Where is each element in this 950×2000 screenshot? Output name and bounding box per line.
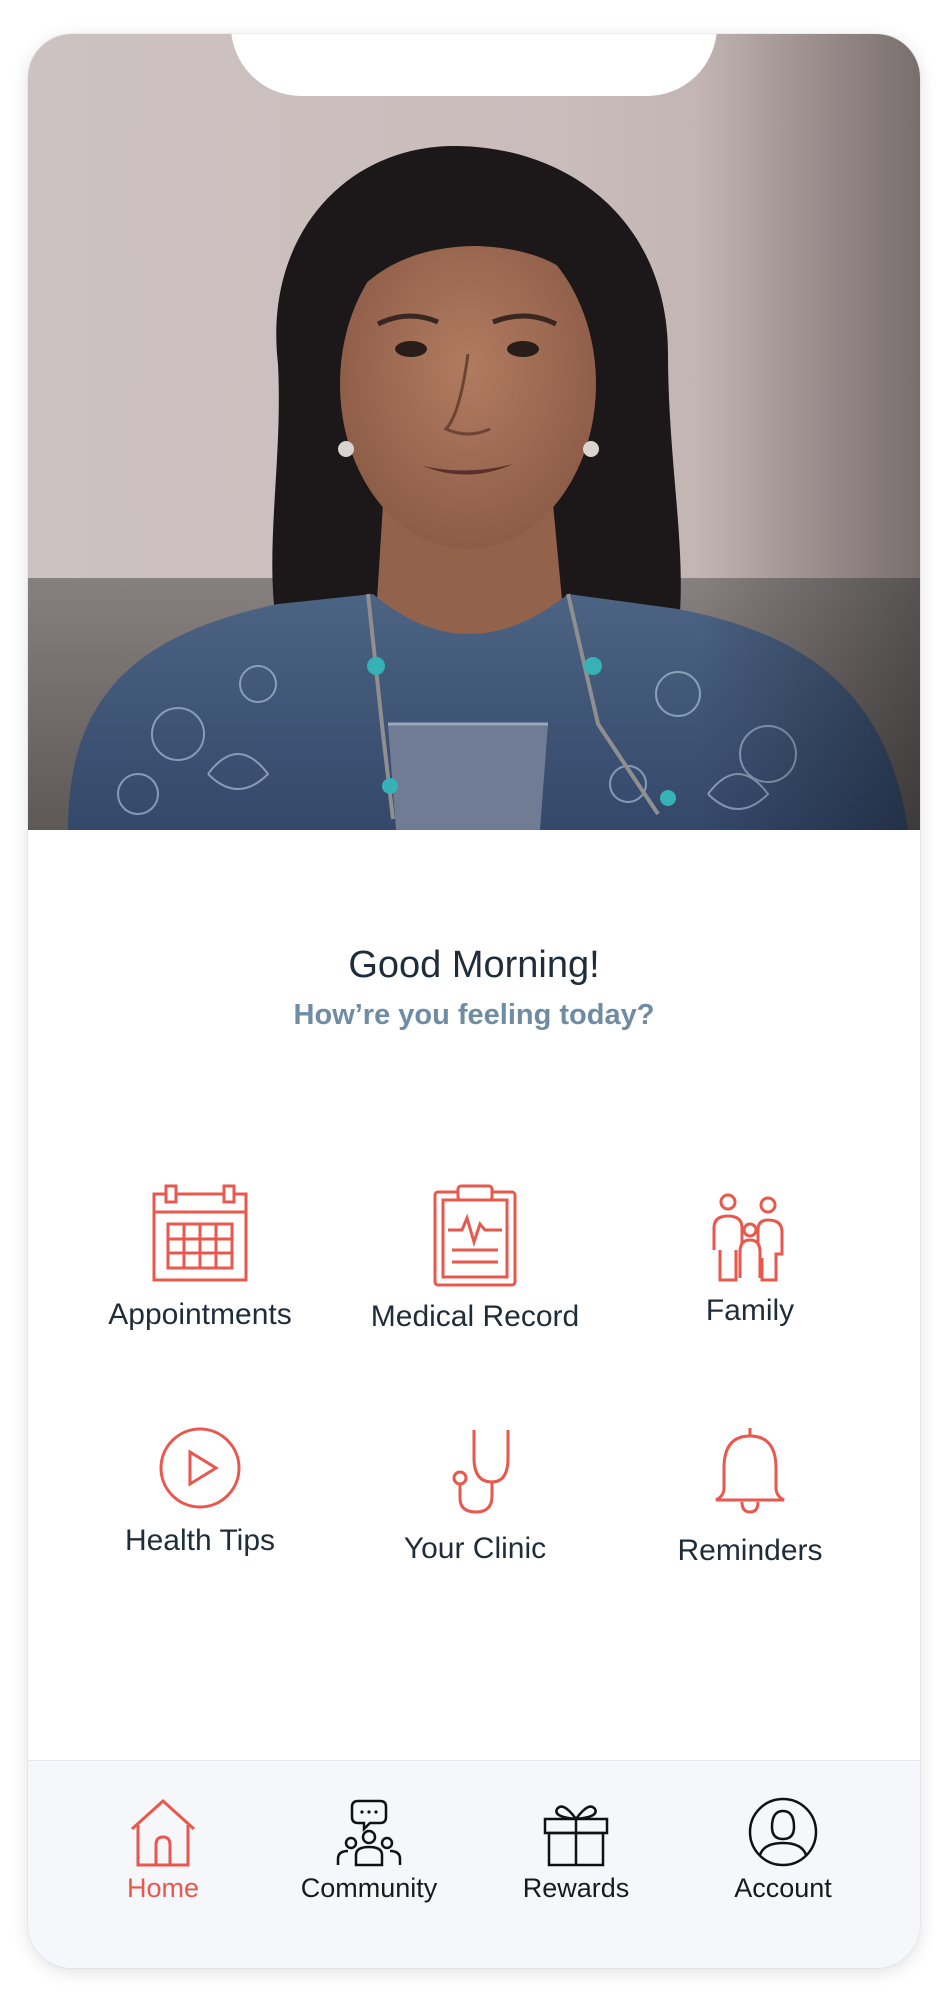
hero-photo	[28, 34, 920, 830]
nav-home[interactable]: Home	[63, 1797, 263, 1904]
greeting-title: Good Morning!	[348, 944, 600, 986]
nav-rewards[interactable]: Rewards	[476, 1797, 676, 1904]
tile-label: Health Tips	[124, 1524, 276, 1557]
greeting-subtitle: How’re you feeling today?	[293, 999, 655, 1031]
play-icon	[159, 1427, 241, 1509]
tile-medical-record[interactable]: Medical Record	[335, 1184, 615, 1334]
tile-health-tips[interactable]: Health Tips	[60, 1426, 340, 1558]
nav-label: Home	[126, 1873, 200, 1903]
nav-label: Rewards	[522, 1873, 630, 1903]
nav-label: Account	[734, 1873, 832, 1903]
stethoscope-icon	[452, 1430, 510, 1514]
community-icon	[336, 1799, 402, 1867]
tile-label: Your Clinic	[403, 1532, 547, 1565]
tile-reminders[interactable]: Reminders	[610, 1426, 890, 1568]
clipboard-icon	[433, 1184, 517, 1287]
tile-label: Appointments	[108, 1298, 292, 1331]
bell-icon	[715, 1428, 785, 1514]
tile-label: Reminders	[677, 1534, 823, 1567]
home-icon	[130, 1798, 196, 1867]
phone-screen: Good Morning! How’re you feeling today? …	[28, 34, 920, 1968]
tile-label: Family	[705, 1294, 795, 1327]
nav-account[interactable]: Account	[683, 1797, 883, 1904]
family-icon	[712, 1193, 784, 1282]
nav-community[interactable]: Community	[269, 1797, 469, 1904]
account-icon	[748, 1797, 818, 1867]
tile-your-clinic[interactable]: Your Clinic	[335, 1428, 615, 1566]
nav-label: Community	[300, 1873, 438, 1903]
device-notch	[231, 34, 717, 96]
calendar-icon	[152, 1184, 248, 1282]
tile-family[interactable]: Family	[610, 1192, 890, 1328]
gift-icon	[543, 1805, 609, 1867]
tile-label: Medical Record	[370, 1300, 580, 1333]
bottom-nav: Home Community Rewards Account	[28, 1760, 920, 1968]
tile-appointments[interactable]: Appointments	[60, 1184, 340, 1332]
